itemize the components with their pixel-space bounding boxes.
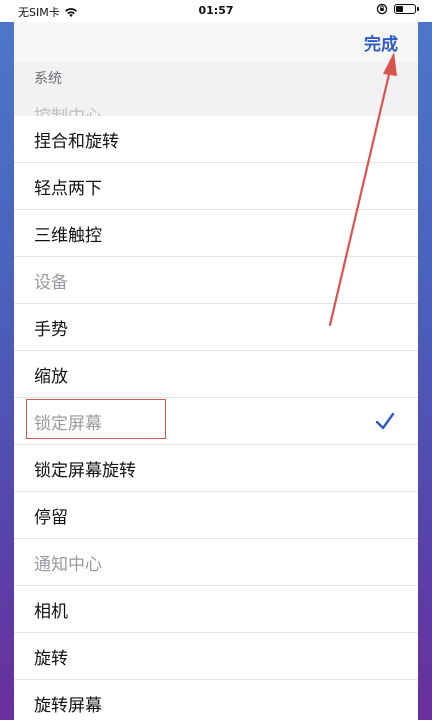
section-title: 系统 xyxy=(34,71,62,87)
status-right xyxy=(376,3,419,15)
list-item-lock-rotation[interactable]: 锁定屏幕旋转 xyxy=(14,445,418,492)
list-item-label: 相机 xyxy=(34,601,68,622)
status-time: 01:57 xyxy=(198,4,234,17)
section-header: 系统 控制中心 xyxy=(14,62,418,116)
list-item-camera[interactable]: 相机 xyxy=(14,586,418,633)
battery-icon xyxy=(394,4,419,14)
orientation-lock-icon xyxy=(376,3,388,15)
list-item-label: 通知中心 xyxy=(34,554,102,575)
list-item-label: 轻点两下 xyxy=(34,178,102,199)
done-button[interactable]: 完成 xyxy=(364,30,398,55)
list-item-label: 设备 xyxy=(34,272,68,293)
list-item-3d-touch[interactable]: 三维触控 xyxy=(14,210,418,257)
list-item-label: 三维触控 xyxy=(34,225,102,246)
list-item-dwell[interactable]: 停留 xyxy=(14,492,418,539)
list-item-gestures[interactable]: 手势 xyxy=(14,304,418,351)
list-item-rotate-screen[interactable]: 旋转屏幕 xyxy=(14,680,418,720)
highlight-box xyxy=(26,399,166,439)
checkmark-icon xyxy=(375,412,395,430)
list-item-double-tap[interactable]: 轻点两下 xyxy=(14,163,418,210)
cut-off-row-label: 控制中心 xyxy=(34,102,102,116)
settings-sheet: 完成 系统 控制中心 捏合和旋转 轻点两下 三维触控 设备 手势 缩放 锁定屏幕… xyxy=(14,22,418,720)
list-item-device: 设备 xyxy=(14,257,418,304)
navigation-bar: 完成 xyxy=(14,22,418,62)
list-item-pinch-rotate[interactable]: 捏合和旋转 xyxy=(14,116,418,163)
list-item-label: 旋转 xyxy=(34,648,68,669)
list-item-notification-center: 通知中心 xyxy=(14,539,418,586)
list-item-label: 锁定屏幕旋转 xyxy=(34,460,136,481)
list-item-label: 捏合和旋转 xyxy=(34,131,119,152)
list-item-rotate[interactable]: 旋转 xyxy=(14,633,418,680)
list-item-label: 手势 xyxy=(34,319,68,340)
list-item-zoom[interactable]: 缩放 xyxy=(14,351,418,398)
list-item-label: 停留 xyxy=(34,507,68,528)
list-item-label: 缩放 xyxy=(34,366,68,387)
status-bar: 无SIM卡 01:57 xyxy=(0,0,432,22)
list-item-label: 旋转屏幕 xyxy=(34,695,102,716)
